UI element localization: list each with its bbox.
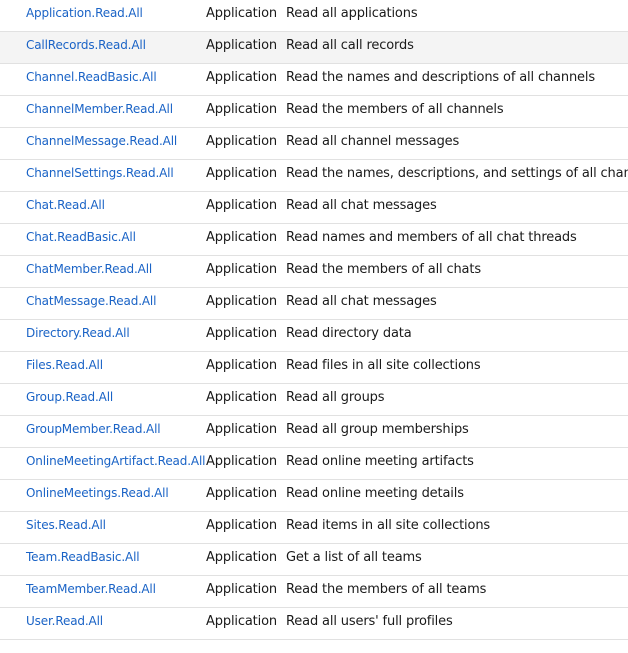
permission-type: Application — [206, 6, 277, 21]
permission-description: Read the names and descriptions of all c… — [286, 70, 595, 85]
permission-type: Application — [206, 198, 277, 213]
permission-description: Read online meeting details — [286, 486, 464, 501]
table-row: Group.Read.All Application Read all grou… — [0, 384, 628, 416]
permission-description: Read the members of all teams — [286, 582, 487, 597]
permission-link[interactable]: Chat.Read.All — [26, 192, 105, 223]
permission-link[interactable]: GroupMember.Read.All — [26, 416, 161, 447]
permission-description: Read items in all site collections — [286, 518, 491, 533]
permission-description: Read the names, descriptions, and settin… — [286, 166, 628, 181]
permission-type: Application — [206, 134, 277, 149]
permission-link[interactable]: TeamMember.Read.All — [26, 576, 156, 607]
permission-description: Read the members of all channels — [286, 102, 504, 117]
table-row: Channel.ReadBasic.All Application Read t… — [0, 64, 628, 96]
permission-link[interactable]: Chat.ReadBasic.All — [26, 224, 136, 255]
permission-description: Read all chat messages — [286, 198, 437, 213]
table-row: ChannelSettings.Read.All Application Rea… — [0, 160, 628, 192]
table-row: TeamMember.Read.All Application Read the… — [0, 576, 628, 608]
table-row: Directory.Read.All Application Read dire… — [0, 320, 628, 352]
table-row: GroupMember.Read.All Application Read al… — [0, 416, 628, 448]
table-row: ChannelMessage.Read.All Application Read… — [0, 128, 628, 160]
permission-type: Application — [206, 614, 277, 629]
permission-link[interactable]: ChatMessage.Read.All — [26, 288, 156, 319]
permission-type: Application — [206, 70, 277, 85]
permission-link[interactable]: Sites.Read.All — [26, 512, 106, 543]
permission-type: Application — [206, 102, 277, 117]
permission-description: Read all groups — [286, 390, 385, 405]
permission-description: Read all call records — [286, 38, 414, 53]
table-row: ChatMember.Read.All Application Read the… — [0, 256, 628, 288]
permission-description: Read all chat messages — [286, 294, 437, 309]
permission-link[interactable]: ChannelMessage.Read.All — [26, 128, 177, 159]
permission-link[interactable]: ChatMember.Read.All — [26, 256, 152, 287]
permission-link[interactable]: Directory.Read.All — [26, 320, 130, 351]
permission-type: Application — [206, 390, 277, 405]
permission-description: Read all group memberships — [286, 422, 469, 437]
permission-link[interactable]: Group.Read.All — [26, 384, 113, 415]
table-row: ChatMessage.Read.All Application Read al… — [0, 288, 628, 320]
table-row: Application.Read.All Application Read al… — [0, 0, 628, 32]
permission-type: Application — [206, 582, 277, 597]
permission-type: Application — [206, 550, 277, 565]
permission-description: Read the members of all chats — [286, 262, 481, 277]
permission-description: Read names and members of all chat threa… — [286, 230, 577, 245]
permission-link[interactable]: OnlineMeetings.Read.All — [26, 480, 169, 511]
permission-link[interactable]: Channel.ReadBasic.All — [26, 64, 157, 95]
permission-type: Application — [206, 294, 277, 309]
table-row: User.Read.All Application Read all users… — [0, 608, 628, 640]
table-row: ChannelMember.Read.All Application Read … — [0, 96, 628, 128]
permission-description: Read directory data — [286, 326, 412, 341]
table-row: CallRecords.Read.All Application Read al… — [0, 32, 628, 64]
table-row: OnlineMeetings.Read.All Application Read… — [0, 480, 628, 512]
permission-type: Application — [206, 422, 277, 437]
permission-link[interactable]: CallRecords.Read.All — [26, 32, 146, 63]
permission-type: Application — [206, 518, 277, 533]
permissions-table: Application.Read.All Application Read al… — [0, 0, 628, 640]
permission-type: Application — [206, 230, 277, 245]
permission-type: Application — [206, 358, 277, 373]
permission-description: Read online meeting artifacts — [286, 454, 474, 469]
table-row: Files.Read.All Application Read files in… — [0, 352, 628, 384]
permission-description: Read all users' full profiles — [286, 614, 453, 629]
permission-link[interactable]: User.Read.All — [26, 608, 103, 639]
table-row: Team.ReadBasic.All Application Get a lis… — [0, 544, 628, 576]
permission-description: Read files in all site collections — [286, 358, 481, 373]
permission-description: Get a list of all teams — [286, 550, 422, 565]
permission-type: Application — [206, 326, 277, 341]
permission-type: Application — [206, 486, 277, 501]
permission-type: Application — [206, 166, 277, 181]
permission-link[interactable]: ChannelMember.Read.All — [26, 96, 173, 127]
permission-type: Application — [206, 262, 277, 277]
permission-link[interactable]: Team.ReadBasic.All — [26, 544, 140, 575]
permission-type: Application — [206, 38, 277, 53]
permission-type: Application — [206, 454, 277, 469]
permission-link[interactable]: ChannelSettings.Read.All — [26, 160, 174, 191]
table-row: Sites.Read.All Application Read items in… — [0, 512, 628, 544]
permission-link[interactable]: Files.Read.All — [26, 352, 103, 383]
permission-link[interactable]: Application.Read.All — [26, 0, 143, 31]
permission-description: Read all channel messages — [286, 134, 460, 149]
permission-link[interactable]: OnlineMeetingArtifact.Read.All — [26, 448, 205, 479]
permission-description: Read all applications — [286, 6, 418, 21]
table-row: Chat.ReadBasic.All Application Read name… — [0, 224, 628, 256]
table-row: Chat.Read.All Application Read all chat … — [0, 192, 628, 224]
table-row: OnlineMeetingArtifact.Read.All Applicati… — [0, 448, 628, 480]
